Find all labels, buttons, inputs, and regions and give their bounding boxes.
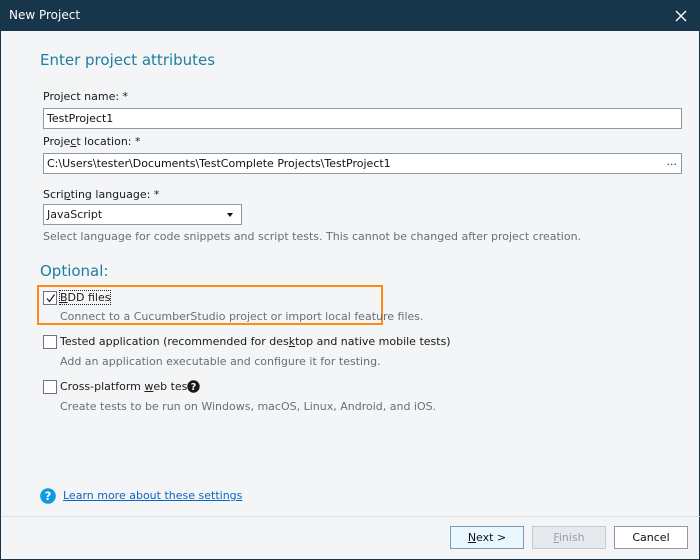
learn-more-link[interactable]: Learn more about these settings bbox=[63, 489, 242, 502]
bdd-files-label[interactable]: BDD files bbox=[58, 290, 112, 305]
question-circle-icon: ? bbox=[40, 488, 56, 504]
footer-divider bbox=[2, 516, 700, 517]
label-text: Scri bbox=[43, 188, 64, 201]
title-bar: New Project bbox=[1, 1, 700, 31]
label-text: t location: * bbox=[76, 135, 141, 148]
browse-button[interactable]: ... bbox=[667, 155, 678, 168]
button-accel: N bbox=[467, 531, 477, 544]
close-button[interactable] bbox=[671, 6, 691, 26]
svg-text:?: ? bbox=[191, 382, 197, 393]
project-location-label: Project location: * bbox=[43, 135, 141, 148]
label-text: ting language: * bbox=[70, 188, 160, 201]
cross-platform-web-tests-checkbox[interactable] bbox=[43, 380, 57, 394]
label-text: Proje bbox=[43, 135, 71, 148]
finish-button[interactable]: Finish bbox=[532, 526, 606, 549]
help-icon[interactable]: ? bbox=[187, 380, 200, 393]
checkmark-icon bbox=[46, 294, 55, 303]
chevron-down-icon bbox=[227, 213, 233, 217]
label-text: Tested application (recommended for des bbox=[60, 335, 289, 348]
button-text: ext > bbox=[476, 531, 507, 544]
project-name-value: TestProject1 bbox=[47, 112, 114, 125]
new-project-dialog: New Project Enter project attributes Pro… bbox=[0, 0, 700, 560]
scripting-language-label: Scripting language: * bbox=[43, 188, 159, 201]
scripting-language-value: JavaScript bbox=[47, 208, 103, 221]
close-icon bbox=[675, 10, 687, 22]
cross-platform-web-tests-description: Create tests to be run on Windows, macOS… bbox=[60, 400, 437, 413]
label-text: DD files bbox=[67, 291, 111, 304]
label-accel: p bbox=[63, 188, 71, 201]
label-text: top and native mobile tests) bbox=[295, 335, 451, 348]
cross-platform-web-tests-label[interactable]: Cross-platform web tests bbox=[60, 380, 197, 393]
scripting-language-select[interactable]: JavaScript bbox=[43, 204, 242, 225]
window-title: New Project bbox=[9, 8, 81, 22]
svg-text:?: ? bbox=[45, 489, 52, 503]
label-text: ect name: * bbox=[63, 90, 129, 103]
tested-application-description: Add an application executable and config… bbox=[60, 355, 381, 368]
next-button[interactable]: Next > bbox=[450, 526, 524, 549]
label-text: Pro bbox=[43, 90, 61, 103]
project-name-label: Project name: * bbox=[43, 90, 128, 103]
page-heading: Enter project attributes bbox=[40, 51, 216, 69]
project-location-input[interactable]: C:\Users\tester\Documents\TestComplete P… bbox=[43, 153, 682, 174]
button-text: inish bbox=[558, 531, 585, 544]
project-location-value: C:\Users\tester\Documents\TestComplete P… bbox=[47, 157, 391, 170]
label-accel: w bbox=[144, 380, 154, 393]
label-text: Cross-platform bbox=[60, 380, 145, 393]
project-name-input[interactable]: TestProject1 bbox=[43, 108, 682, 129]
scripting-language-hint: Select language for code snippets and sc… bbox=[43, 230, 582, 243]
optional-heading: Optional: bbox=[40, 262, 109, 280]
cancel-button[interactable]: Cancel bbox=[614, 526, 688, 549]
bdd-files-description: Connect to a CucumberStudio project or i… bbox=[60, 310, 424, 323]
bdd-files-checkbox[interactable] bbox=[43, 291, 57, 305]
tested-application-label[interactable]: Tested application (recommended for desk… bbox=[60, 335, 451, 348]
label-accel: B bbox=[60, 291, 68, 304]
tested-application-checkbox[interactable] bbox=[43, 335, 57, 349]
